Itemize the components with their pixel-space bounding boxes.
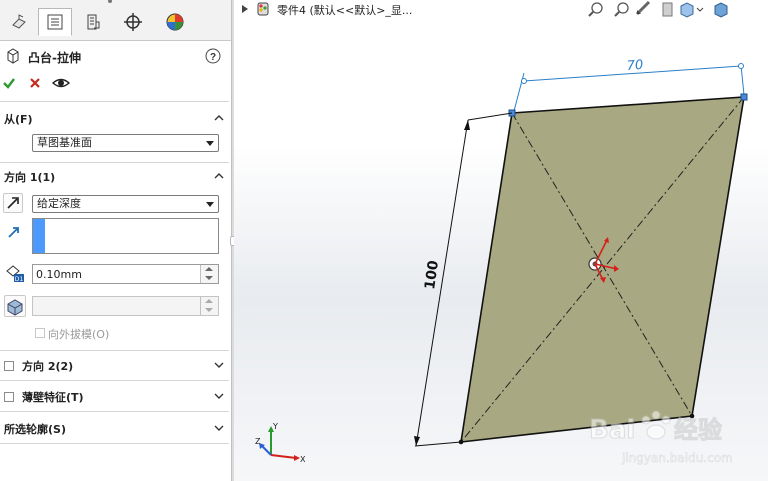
svg-text:D1: D1: [15, 276, 24, 283]
dimension-100-label[interactable]: 100: [422, 259, 442, 290]
feature-manager-tab[interactable]: [2, 8, 36, 36]
reverse-direction-button[interactable]: [3, 193, 23, 213]
direction2-checkbox[interactable]: [4, 361, 14, 371]
eye-icon[interactable]: [52, 76, 70, 90]
end-condition-value: 给定深度: [37, 197, 81, 210]
svg-text:经验: 经验: [674, 416, 722, 444]
from-select[interactable]: 草图基准面: [32, 134, 219, 152]
configuration-icon: [87, 14, 100, 30]
direction1-section-title: 方向 1(1): [4, 171, 56, 184]
manager-tab-bar: [0, 0, 231, 41]
draft-toggle-button[interactable]: [4, 295, 26, 317]
draft-outward-label: 向外拔模(O): [48, 328, 110, 341]
chevron-up-icon[interactable]: [212, 111, 226, 125]
model-graphics: 70 100 Y X Z Bai 经验 jingyan.baidu.com: [255, 58, 748, 465]
selected-contours-section-title: 所选轮廓(S): [4, 423, 66, 436]
svg-text:jingyan.baidu.com: jingyan.baidu.com: [621, 451, 733, 465]
triad-x-label: X: [300, 455, 306, 464]
selection-focus-marker: [33, 219, 45, 253]
panel-grip[interactable]: [108, 0, 112, 3]
divider: [0, 101, 229, 102]
selected-contours-section-header[interactable]: 所选轮廓(S): [0, 418, 231, 440]
dimension-70-label[interactable]: 70: [626, 58, 644, 74]
chevron-down-icon[interactable]: [212, 389, 226, 403]
cross-icon[interactable]: [29, 77, 41, 89]
triad-y-label: Y: [272, 422, 278, 431]
end-condition-select[interactable]: 给定深度: [32, 195, 219, 213]
direction2-section-header[interactable]: 方向 2(2): [0, 355, 231, 377]
divider: [0, 380, 229, 381]
depth-value: 0.10mm: [36, 268, 82, 281]
direction2-section-title: 方向 2(2): [22, 360, 74, 373]
chevron-down-icon[interactable]: [212, 358, 226, 372]
boss-extrude-icon: [7, 48, 19, 64]
divider: [0, 162, 229, 163]
dropdown-arrow-icon: [206, 141, 214, 146]
divider: [0, 411, 229, 412]
sketch-point[interactable]: [740, 93, 748, 101]
crosshair-icon: [124, 13, 142, 31]
feature-title: 凸台-拉伸: [28, 51, 81, 65]
direction1-section-header[interactable]: 方向 1(1): [0, 166, 231, 188]
check-icon[interactable]: [2, 76, 16, 90]
view-triad[interactable]: [259, 426, 300, 461]
dropdown-arrow-icon: [206, 202, 214, 207]
appearance-pie-icon: [166, 13, 184, 31]
chevron-down-icon[interactable]: [212, 421, 226, 435]
feature-tree-icon: [12, 14, 26, 29]
thin-feature-checkbox[interactable]: [4, 392, 14, 402]
property-manager-icon: [47, 14, 63, 30]
property-manager-panel: 凸台-拉伸 ? 从(F) 草图基准面 方向 1(1) 给定深度 D1 0.10m…: [0, 0, 231, 481]
direction-selection-box[interactable]: [32, 218, 219, 254]
from-select-value: 草图基准面: [37, 136, 92, 149]
triad-z-label: Z: [255, 437, 261, 446]
thin-feature-section-title: 薄壁特征(T): [22, 391, 84, 404]
help-icon[interactable]: ?: [205, 48, 221, 64]
property-manager-tab[interactable]: [38, 8, 72, 36]
draft-angle-spinner[interactable]: [200, 297, 218, 315]
svg-text:Bai: Bai: [589, 415, 635, 445]
reverse-direction-icon: [7, 197, 19, 209]
from-section-title: 从(F): [4, 113, 33, 126]
draft-icon: [7, 299, 23, 316]
display-manager-tab[interactable]: [158, 8, 192, 36]
draft-angle-input[interactable]: [32, 296, 219, 316]
direction-vector-icon: [8, 227, 19, 238]
divider: [0, 443, 229, 444]
depth-icon: D1: [6, 265, 24, 283]
svg-text:?: ?: [210, 52, 216, 63]
chevron-up-icon[interactable]: [212, 169, 226, 183]
graphics-viewport[interactable]: 零件4 (默认<<默认>_显... 70 100 Y X Z Bai 经验 ji…: [234, 0, 768, 481]
dimxpert-tab[interactable]: [116, 8, 150, 36]
thin-feature-section-header[interactable]: 薄壁特征(T): [0, 386, 231, 408]
draft-outward-checkbox[interactable]: [35, 328, 45, 338]
from-section-header[interactable]: 从(F): [0, 108, 231, 130]
configuration-manager-tab[interactable]: [76, 8, 110, 36]
divider: [0, 350, 229, 351]
depth-spinner[interactable]: [200, 265, 218, 283]
depth-input[interactable]: 0.10mm: [32, 264, 219, 284]
